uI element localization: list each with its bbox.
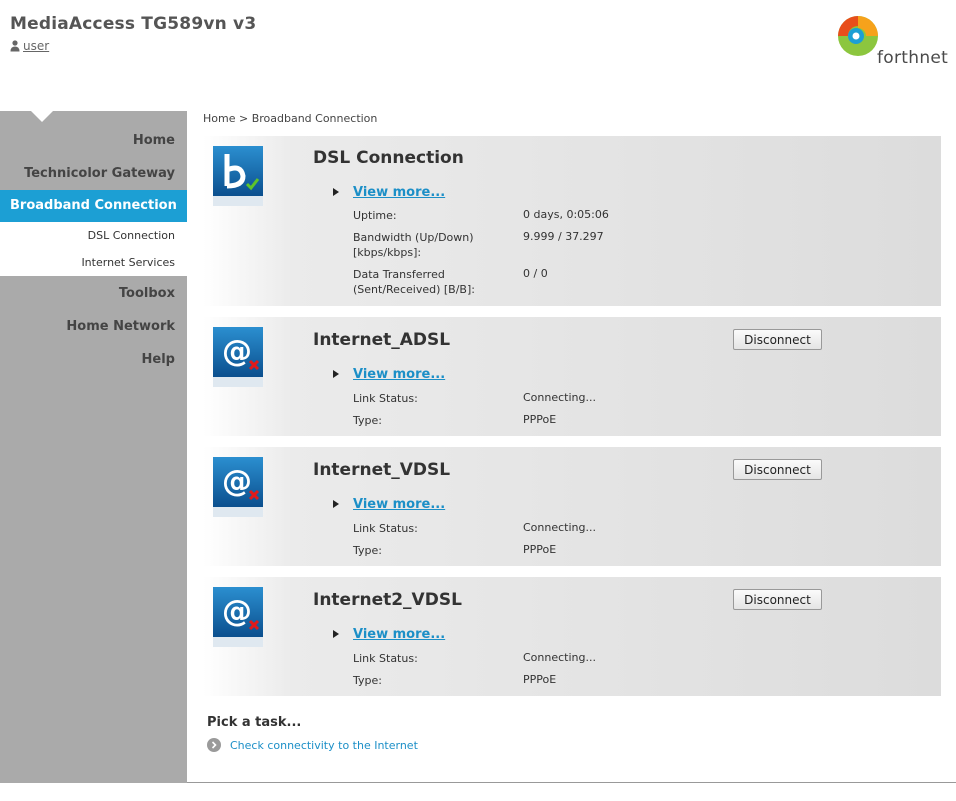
forthnet-logo: forthnet: [836, 14, 951, 70]
bandwidth-label: Bandwidth (Up/Down) [kbps/kbps]:: [353, 231, 474, 259]
sidebar-item-home-network[interactable]: Home Network: [66, 319, 175, 334]
svg-text:@: @: [222, 594, 252, 629]
expand-arrow-icon: [333, 500, 339, 508]
bandwidth-value: 9.999 / 37.297: [523, 230, 604, 243]
svg-text:@: @: [222, 334, 252, 369]
connection-panel-internet2-vdsl: @ Internet2_VDSL Disconnect View more...…: [203, 577, 941, 696]
view-more-link[interactable]: View more...: [353, 367, 445, 382]
internet-disconnected-icon: @: [213, 587, 263, 647]
link-status-value: Connecting...: [523, 391, 596, 404]
type-label: Type:: [353, 674, 382, 687]
forthnet-logo-icon: [838, 16, 878, 56]
uptime-label: Uptime:: [353, 209, 397, 222]
footer-divider: [187, 782, 956, 783]
sidebar-item-toolbox[interactable]: Toolbox: [119, 286, 175, 301]
internet-disconnected-icon: @: [213, 327, 263, 387]
sidebar-notch: [30, 110, 54, 122]
dsl-title: DSL Connection: [313, 148, 464, 168]
user-menu[interactable]: user: [10, 39, 49, 53]
disconnect-button[interactable]: Disconnect: [733, 329, 822, 350]
expand-arrow-icon: [333, 630, 339, 638]
sidebar-item-help[interactable]: Help: [142, 352, 175, 367]
broadband-icon: [213, 146, 263, 206]
type-label: Type:: [353, 414, 382, 427]
breadcrumb: Home > Broadband Connection: [203, 112, 378, 125]
sidebar: Home Technicolor Gateway Broadband Conne…: [0, 110, 187, 783]
svg-text:@: @: [222, 464, 252, 499]
connection-title: Internet_VDSL: [313, 460, 451, 480]
disconnect-button[interactable]: Disconnect: [733, 459, 822, 480]
user-link[interactable]: user: [23, 39, 49, 53]
link-status-label: Link Status:: [353, 522, 418, 535]
task-check-connectivity[interactable]: Check connectivity to the Internet: [207, 738, 418, 752]
expand-arrow-icon: [333, 188, 339, 196]
expand-arrow-icon: [333, 370, 339, 378]
view-more-link[interactable]: View more...: [353, 497, 445, 512]
link-status-value: Connecting...: [523, 651, 596, 664]
link-status-label: Link Status:: [353, 392, 418, 405]
uptime-value: 0 days, 0:05:06: [523, 208, 609, 221]
sidebar-subnav: DSL Connection Internet Services: [0, 222, 187, 276]
dsl-connection-panel: DSL Connection View more... Uptime: 0 da…: [203, 136, 941, 306]
type-value: PPPoE: [523, 413, 557, 426]
type-label: Type:: [353, 544, 382, 557]
sidebar-item-home[interactable]: Home: [133, 133, 175, 148]
internet-disconnected-icon: @: [213, 457, 263, 517]
header: MediaAccess TG589vn v3 user forthnet: [0, 0, 956, 110]
sidebar-item-technicolor-gateway[interactable]: Technicolor Gateway: [24, 166, 175, 181]
brand-name: forthnet: [877, 48, 949, 68]
connection-panel-internet-vdsl: @ Internet_VDSL Disconnect View more... …: [203, 447, 941, 566]
sidebar-subitem-dsl-connection[interactable]: DSL Connection: [88, 229, 175, 242]
chevron-right-icon: [207, 738, 221, 752]
type-value: PPPoE: [523, 673, 557, 686]
disconnect-button[interactable]: Disconnect: [733, 589, 822, 610]
pick-a-task-heading: Pick a task...: [207, 715, 302, 730]
sidebar-subitem-internet-services[interactable]: Internet Services: [81, 256, 175, 269]
data-transferred-label: Data Transferred (Sent/Received) [B/B]:: [353, 268, 475, 296]
link-status-value: Connecting...: [523, 521, 596, 534]
connection-panel-internet-adsl: @ Internet_ADSL Disconnect View more... …: [203, 317, 941, 436]
data-transferred-value: 0 / 0: [523, 267, 548, 280]
type-value: PPPoE: [523, 543, 557, 556]
sidebar-item-broadband-connection[interactable]: Broadband Connection: [0, 190, 187, 222]
dsl-view-more-link[interactable]: View more...: [353, 185, 445, 200]
page-title: MediaAccess TG589vn v3: [10, 14, 257, 34]
connection-title: Internet_ADSL: [313, 330, 451, 350]
task-label[interactable]: Check connectivity to the Internet: [230, 739, 418, 752]
user-icon: [10, 40, 20, 52]
view-more-link[interactable]: View more...: [353, 627, 445, 642]
link-status-label: Link Status:: [353, 652, 418, 665]
connection-title: Internet2_VDSL: [313, 590, 462, 610]
